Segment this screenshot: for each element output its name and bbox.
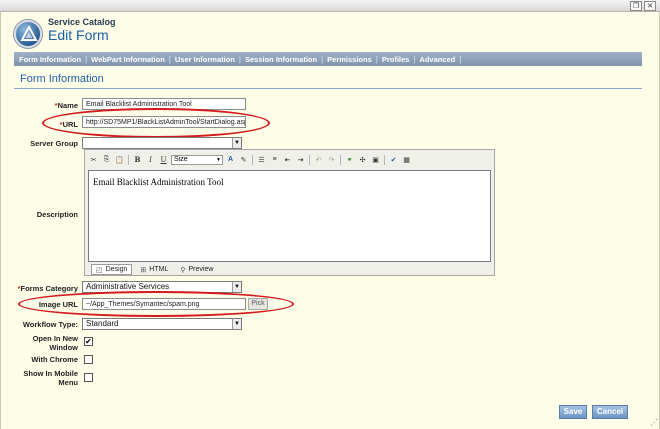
rich-text-editor: ✂ ⎘ 📋 B I U Size ▼ A ✎ ☰ ≡ ⇤ ⇥ ↶ ↷ ⚭ ✣ ▣ …: [84, 149, 495, 276]
with-chrome-checkbox[interactable]: [84, 355, 93, 364]
restore-icon[interactable]: ❐: [630, 1, 642, 11]
pick-button[interactable]: Pick: [248, 298, 268, 310]
chevron-down-icon: ▼: [232, 282, 241, 292]
link-icon[interactable]: ⚭: [344, 154, 355, 165]
tab-form-information[interactable]: Form Information: [19, 55, 81, 64]
undo-icon[interactable]: ↶: [313, 154, 324, 165]
workflow-type-select[interactable]: Standard ▼: [82, 318, 242, 330]
show-in-mobile-menu-label: Show In Mobile Menu: [23, 369, 78, 387]
forms-category-select[interactable]: Administrative Services ▼: [82, 281, 242, 293]
indent-icon[interactable]: ⇥: [295, 154, 306, 165]
description-editor-area[interactable]: Email Blacklist Administration Tool: [88, 170, 491, 262]
forms-category-label: *Forms Category: [17, 284, 78, 293]
url-input[interactable]: http://SD75MP1/BlackListAdminTool/StartD…: [82, 116, 246, 128]
unlink-icon[interactable]: ✣: [357, 154, 368, 165]
tab-html[interactable]: ⊞ HTML: [136, 264, 172, 275]
cut-icon[interactable]: ✂: [88, 154, 99, 165]
tab-advanced[interactable]: Advanced: [419, 55, 455, 64]
image-icon[interactable]: ▣: [370, 154, 381, 165]
table-icon[interactable]: ▦: [401, 154, 412, 165]
open-in-new-window-checkbox[interactable]: ✔: [84, 337, 93, 346]
show-in-mobile-menu-checkbox[interactable]: [84, 373, 93, 382]
server-group-select[interactable]: ▼: [82, 137, 242, 149]
chevron-down-icon: ▼: [232, 138, 241, 148]
section-divider: [14, 88, 642, 89]
name-input[interactable]: Email Blacklist Administration Tool: [82, 98, 246, 110]
bold-icon[interactable]: B: [132, 154, 143, 165]
editor-toolbar: ✂ ⎘ 📋 B I U Size ▼ A ✎ ☰ ≡ ⇤ ⇥ ↶ ↷ ⚭ ✣ ▣ …: [88, 153, 412, 166]
copy-icon[interactable]: ⎘: [101, 154, 112, 165]
symantec-logo-icon: [14, 20, 42, 48]
workflow-type-label: Workflow Type:: [22, 320, 78, 329]
tab-user-information[interactable]: User Information: [175, 55, 235, 64]
save-button[interactable]: Save: [559, 405, 587, 419]
close-icon[interactable]: ✕: [644, 1, 656, 11]
underline-icon[interactable]: U: [158, 154, 169, 165]
tab-separator: |: [238, 54, 241, 64]
tab-separator: |: [413, 54, 416, 64]
italic-icon[interactable]: I: [145, 154, 156, 165]
name-label: *Name: [54, 101, 78, 110]
page-title: Edit Form: [48, 27, 109, 43]
tab-separator: |: [168, 54, 171, 64]
html-icon: ⊞: [140, 266, 147, 274]
tab-session-information[interactable]: Session Information: [245, 55, 317, 64]
chevron-down-icon: ▼: [232, 319, 241, 329]
editor-mode-tabs: ◰ Design ⊞ HTML ⚲ Preview: [91, 264, 217, 275]
tab-design[interactable]: ◰ Design: [91, 264, 133, 275]
image-url-input[interactable]: ~/App_Themes/Symantec/spam.png: [82, 298, 246, 310]
outdent-icon[interactable]: ⇤: [282, 154, 293, 165]
section-title: Form Information: [20, 73, 104, 85]
open-in-new-window-label: Open In New Window: [32, 334, 78, 352]
tab-separator: |: [321, 54, 324, 64]
url-label: *URL: [59, 120, 78, 129]
paste-icon[interactable]: 📋: [114, 154, 125, 165]
tab-webpart-information[interactable]: WebPart Information: [91, 55, 165, 64]
redo-icon[interactable]: ↷: [326, 154, 337, 165]
tab-separator: |: [459, 54, 462, 64]
server-group-label: Server Group: [30, 139, 78, 148]
tab-separator: |: [85, 54, 88, 64]
font-color-icon[interactable]: A: [225, 154, 236, 165]
spell-check-icon[interactable]: ✔: [388, 154, 399, 165]
highlight-icon[interactable]: ✎: [238, 154, 249, 165]
cancel-button[interactable]: Cancel: [592, 405, 628, 419]
resize-grip-icon[interactable]: ⋰: [650, 419, 658, 427]
tab-profiles[interactable]: Profiles: [382, 55, 410, 64]
font-size-select[interactable]: Size ▼: [171, 154, 223, 165]
numbered-list-icon[interactable]: ≡: [269, 154, 280, 165]
tab-bar: Form Information | WebPart Information |…: [14, 52, 642, 66]
bullet-list-icon[interactable]: ☰: [256, 154, 267, 165]
tab-preview[interactable]: ⚲ Preview: [176, 264, 217, 275]
app-subtitle: Service Catalog: [48, 17, 116, 27]
preview-icon: ⚲: [180, 266, 186, 274]
description-label: Description: [36, 210, 78, 219]
window-titlebar: ❐ ✕: [0, 0, 660, 12]
image-url-label: Image URL: [38, 300, 78, 309]
tab-separator: |: [375, 54, 378, 64]
tab-permissions[interactable]: Permissions: [327, 55, 372, 64]
chevron-down-icon: ▼: [216, 156, 221, 163]
with-chrome-label: With Chrome: [31, 355, 78, 364]
design-icon: ◰: [96, 266, 103, 274]
